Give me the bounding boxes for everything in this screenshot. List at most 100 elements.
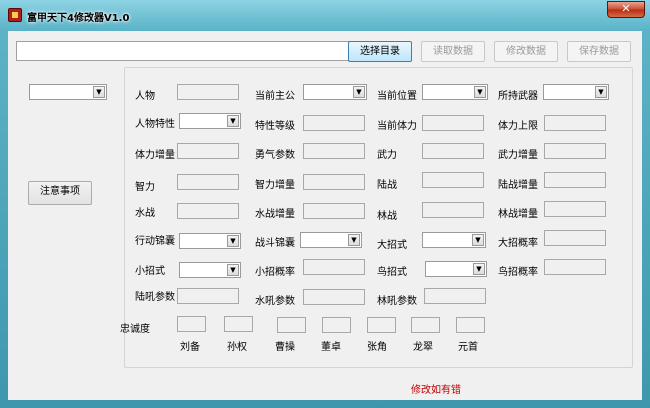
label-courage-param: 勇气参数 bbox=[255, 150, 295, 161]
loyalty-name-caocao: 曹操 bbox=[275, 342, 295, 353]
label-water-battle: 水战 bbox=[135, 208, 155, 219]
loyalty-zhangjiao-field[interactable] bbox=[367, 317, 396, 333]
land-battle-field[interactable] bbox=[422, 172, 484, 188]
label-forest-roar-param: 林吼参数 bbox=[377, 296, 417, 307]
forest-battle-field[interactable] bbox=[422, 202, 484, 218]
label-water-battle-growth: 水战增量 bbox=[255, 209, 295, 220]
directory-path-input[interactable] bbox=[16, 41, 349, 61]
water-roar-param-field[interactable] bbox=[303, 289, 365, 305]
label-stamina-limit: 体力上限 bbox=[498, 121, 538, 132]
label-land-roar-param: 陆吼参数 bbox=[135, 292, 175, 303]
chevron-down-icon: ▼ bbox=[227, 115, 239, 127]
label-water-roar-param: 水吼参数 bbox=[255, 296, 295, 307]
attributes-panel: 人物 当前主公 ▼ 当前位置 ▼ 所持武器 ▼ 人物特性 ▼ 特性等级 当前体力… bbox=[120, 67, 633, 368]
loyalty-sunquan-field[interactable] bbox=[224, 316, 253, 332]
loyalty-name-liubei: 刘备 bbox=[180, 342, 200, 353]
label-loyalty: 忠诚度 bbox=[120, 324, 150, 335]
window-title: 富甲天下4修改器V1.0 bbox=[27, 13, 130, 24]
forest-roar-param-field[interactable] bbox=[424, 288, 486, 304]
label-held-weapon: 所持武器 bbox=[498, 91, 538, 102]
trait-level-field[interactable] bbox=[303, 115, 365, 131]
loyalty-name-dongzhuo: 董卓 bbox=[321, 342, 341, 353]
current-stamina-field[interactable] bbox=[422, 115, 484, 131]
app-icon bbox=[8, 8, 22, 22]
loyalty-caocao-field[interactable] bbox=[277, 317, 306, 333]
courage-param-field[interactable] bbox=[303, 143, 365, 159]
label-intelligence-growth: 智力增量 bbox=[255, 180, 295, 191]
loyalty-dongzhuo-field[interactable] bbox=[322, 317, 351, 333]
chevron-down-icon: ▼ bbox=[353, 86, 365, 98]
water-battle-growth-field[interactable] bbox=[303, 203, 365, 219]
title-bar[interactable]: 富甲天下4修改器V1.0 ✕ bbox=[0, 0, 650, 30]
label-big-skill-rate: 大招概率 bbox=[498, 238, 538, 249]
battle-kit-select[interactable]: ▼ bbox=[300, 232, 362, 248]
chevron-down-icon: ▼ bbox=[227, 264, 239, 276]
force-growth-field[interactable] bbox=[544, 143, 606, 159]
loyalty-name-zhangjiao: 张角 bbox=[367, 342, 387, 353]
label-bird-skill: 鸟招式 bbox=[377, 267, 407, 278]
loyalty-name-sunquan: 孙权 bbox=[227, 342, 247, 353]
label-current-stamina: 当前体力 bbox=[377, 121, 417, 132]
forest-battle-growth-field[interactable] bbox=[544, 201, 606, 217]
close-button[interactable]: ✕ bbox=[607, 1, 645, 18]
save-data-button[interactable]: 保存数据 bbox=[567, 41, 631, 62]
label-trait-level: 特性等级 bbox=[255, 121, 295, 132]
notice-button[interactable]: 注意事项 bbox=[28, 181, 92, 205]
character-select[interactable]: ▼ bbox=[29, 84, 107, 100]
loyalty-yuanshou-field[interactable] bbox=[456, 317, 485, 333]
loyalty-longcui-field[interactable] bbox=[411, 317, 440, 333]
current-position-select[interactable]: ▼ bbox=[422, 84, 488, 100]
bird-skill-select[interactable]: ▼ bbox=[425, 261, 487, 277]
chevron-down-icon: ▼ bbox=[348, 234, 360, 246]
intelligence-field[interactable] bbox=[177, 174, 239, 190]
label-force-growth: 武力增量 bbox=[498, 150, 538, 161]
chevron-down-icon: ▼ bbox=[93, 86, 105, 98]
label-person-trait: 人物特性 bbox=[135, 119, 175, 130]
chevron-down-icon: ▼ bbox=[595, 86, 607, 98]
land-battle-growth-field[interactable] bbox=[544, 172, 606, 188]
loyalty-liubei-field[interactable] bbox=[177, 316, 206, 332]
loyalty-name-yuanshou: 元首 bbox=[458, 342, 478, 353]
client-area: 选择目录 读取数据 修改数据 保存数据 ▼ 注意事项 人物 当前主公 ▼ 当前位… bbox=[8, 31, 642, 400]
label-small-skill-rate: 小招概率 bbox=[255, 267, 295, 278]
label-forest-battle: 林战 bbox=[377, 211, 397, 222]
chevron-down-icon: ▼ bbox=[227, 235, 239, 247]
stamina-growth-field[interactable] bbox=[177, 143, 239, 159]
select-directory-button[interactable]: 选择目录 bbox=[348, 41, 412, 62]
bird-skill-rate-field[interactable] bbox=[544, 259, 606, 275]
label-force: 武力 bbox=[377, 150, 397, 161]
label-intelligence: 智力 bbox=[135, 182, 155, 193]
label-land-battle: 陆战 bbox=[377, 180, 397, 191]
label-forest-battle-growth: 林战增量 bbox=[498, 209, 538, 220]
stamina-limit-field[interactable] bbox=[544, 115, 606, 131]
person-field[interactable] bbox=[177, 84, 239, 100]
label-small-skill: 小招式 bbox=[135, 266, 165, 277]
chevron-down-icon: ▼ bbox=[474, 86, 486, 98]
label-person: 人物 bbox=[135, 91, 155, 102]
small-skill-select[interactable]: ▼ bbox=[179, 262, 241, 278]
action-kit-select[interactable]: ▼ bbox=[179, 233, 241, 249]
label-stamina-growth: 体力增量 bbox=[135, 150, 175, 161]
small-skill-rate-field[interactable] bbox=[303, 259, 365, 275]
read-data-button[interactable]: 读取数据 bbox=[421, 41, 485, 62]
label-land-battle-growth: 陆战增量 bbox=[498, 180, 538, 191]
label-bird-skill-rate: 鸟招概率 bbox=[498, 267, 538, 278]
current-lord-select[interactable]: ▼ bbox=[303, 84, 367, 100]
footer-note: 修改如有错 bbox=[411, 385, 461, 396]
water-battle-field[interactable] bbox=[177, 203, 239, 219]
label-big-skill: 大招式 bbox=[377, 240, 407, 251]
person-trait-select[interactable]: ▼ bbox=[179, 113, 241, 129]
label-battle-kit: 战斗锦囊 bbox=[255, 238, 295, 249]
label-action-kit: 行动锦囊 bbox=[135, 236, 175, 247]
held-weapon-select[interactable]: ▼ bbox=[543, 84, 609, 100]
label-current-position: 当前位置 bbox=[377, 91, 417, 102]
big-skill-select[interactable]: ▼ bbox=[422, 232, 486, 248]
land-roar-param-field[interactable] bbox=[177, 288, 239, 304]
label-current-lord: 当前主公 bbox=[255, 91, 295, 102]
big-skill-rate-field[interactable] bbox=[544, 230, 606, 246]
modify-data-button[interactable]: 修改数据 bbox=[494, 41, 558, 62]
force-field[interactable] bbox=[422, 143, 484, 159]
app-window: 富甲天下4修改器V1.0 ✕ 选择目录 读取数据 修改数据 保存数据 ▼ 注意事… bbox=[0, 0, 650, 408]
chevron-down-icon: ▼ bbox=[472, 234, 484, 246]
intelligence-growth-field[interactable] bbox=[303, 174, 365, 190]
